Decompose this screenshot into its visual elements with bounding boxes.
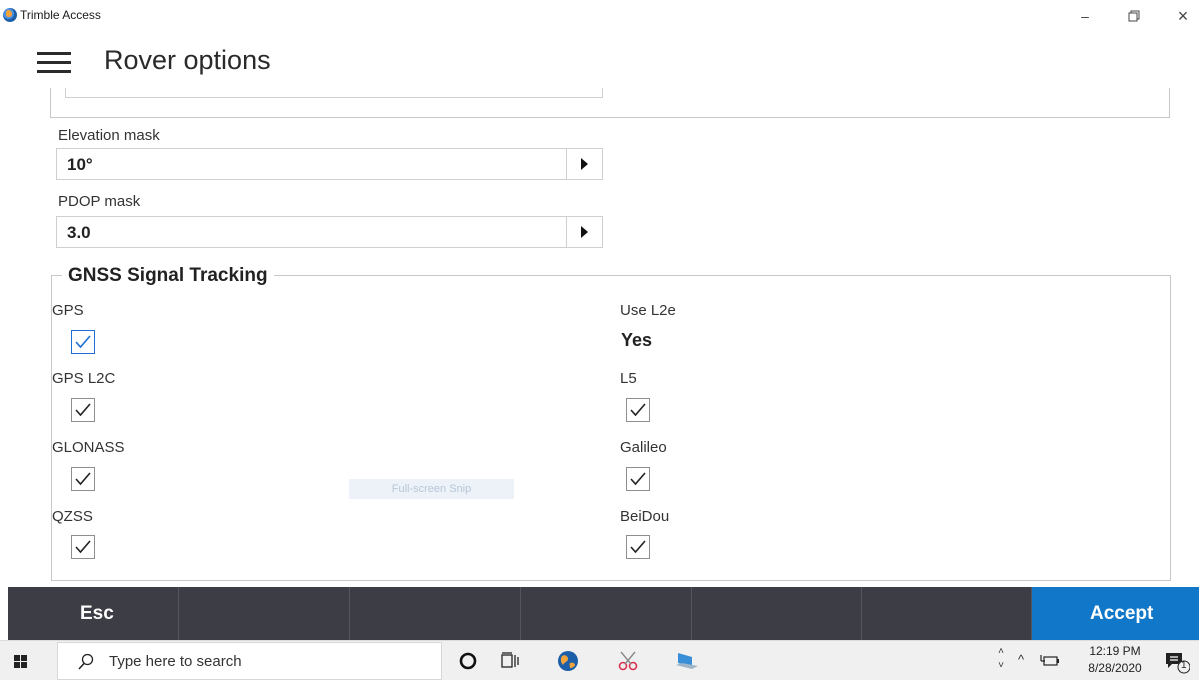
pdop-mask-label: PDOP mask xyxy=(58,193,141,210)
elevation-mask-value: 10° xyxy=(67,155,93,174)
trimble-globe-icon xyxy=(3,8,17,22)
gps-l2c-checkbox[interactable] xyxy=(71,398,95,422)
restore-button[interactable] xyxy=(1120,4,1148,28)
show-hidden-icons-chevron-icon[interactable]: ^ xyxy=(1018,652,1024,667)
checkmark-icon xyxy=(75,540,91,554)
pdop-mask-value: 3.0 xyxy=(67,223,91,242)
softkey-4[interactable] xyxy=(521,587,692,640)
windows-taskbar: Type here to search ˄ ˅ ^ 12:19 PM 8/28/2… xyxy=(0,640,1199,680)
battery-icon[interactable] xyxy=(1040,653,1062,674)
cortana-icon[interactable] xyxy=(456,649,480,673)
checkmark-icon xyxy=(630,472,646,486)
softkey-5[interactable] xyxy=(692,587,862,640)
page-header: Rover options xyxy=(8,32,1199,92)
previous-field-edge xyxy=(65,88,603,98)
windows-start-icon[interactable] xyxy=(14,655,28,669)
window-title: Trimble Access xyxy=(20,8,101,22)
checkmark-icon xyxy=(75,472,91,486)
clock-date[interactable]: 8/28/2020 xyxy=(1085,661,1145,675)
checkmark-icon xyxy=(630,540,646,554)
minimize-button[interactable]: – xyxy=(1071,4,1099,28)
task-view-icon[interactable] xyxy=(497,649,521,673)
search-placeholder: Type here to search xyxy=(109,653,242,670)
gps-label: GPS xyxy=(52,302,84,319)
pdop-mask-arrow-icon[interactable] xyxy=(566,217,602,247)
pdop-mask-field[interactable]: 3.0 xyxy=(56,216,603,248)
notification-count: 1 xyxy=(1181,660,1187,671)
accept-button-label: Accept xyxy=(1090,603,1154,624)
beidou-label: BeiDou xyxy=(620,508,670,525)
l5-checkbox[interactable] xyxy=(626,398,650,422)
use-l2e-label: Use L2e xyxy=(620,302,676,319)
gps-l2c-label: GPS L2C xyxy=(52,370,116,387)
gnss-group-title: GNSS Signal Tracking xyxy=(62,265,274,287)
accept-button[interactable]: Accept xyxy=(1032,587,1199,640)
checkmark-icon xyxy=(75,403,91,417)
esc-button-label: Esc xyxy=(80,603,114,624)
action-center-icon[interactable]: 1 xyxy=(1164,651,1191,680)
scroll-tray-arrows[interactable]: ˄ ˅ xyxy=(994,645,1008,675)
beidou-checkbox[interactable] xyxy=(626,535,650,559)
close-button[interactable]: × xyxy=(1169,4,1197,28)
hamburger-menu-icon[interactable] xyxy=(37,52,73,74)
elevation-mask-label: Elevation mask xyxy=(58,127,160,144)
softkey-bar: Esc Accept xyxy=(8,587,1199,640)
search-icon xyxy=(78,653,94,670)
taskbar-search-box[interactable]: Type here to search xyxy=(57,642,442,680)
galileo-label: Galileo xyxy=(620,439,667,456)
snipping-tool-icon[interactable] xyxy=(616,649,640,673)
checkmark-icon xyxy=(75,335,91,349)
clock-time[interactable]: 12:19 PM xyxy=(1085,644,1145,658)
gps-checkbox[interactable] xyxy=(71,330,95,354)
galileo-checkbox[interactable] xyxy=(626,467,650,491)
qzss-label: QZSS xyxy=(52,508,93,525)
qzss-checkbox[interactable] xyxy=(71,535,95,559)
esc-button[interactable]: Esc xyxy=(8,587,179,640)
gnss-signal-tracking-group xyxy=(51,275,1171,581)
page-title: Rover options xyxy=(104,45,271,75)
laptop-app-icon[interactable] xyxy=(674,649,698,673)
window-titlebar: Trimble Access – × xyxy=(0,0,1199,32)
softkey-6[interactable] xyxy=(862,587,1032,640)
softkey-3[interactable] xyxy=(350,587,521,640)
elevation-mask-arrow-icon[interactable] xyxy=(566,149,602,179)
softkey-2[interactable] xyxy=(179,587,350,640)
glonass-label: GLONASS xyxy=(52,439,125,456)
full-screen-snip-overlay: Full-screen Snip xyxy=(349,479,514,499)
checkmark-icon xyxy=(630,403,646,417)
l5-label: L5 xyxy=(620,370,637,387)
use-l2e-value[interactable]: Yes xyxy=(621,330,652,351)
elevation-mask-field[interactable]: 10° xyxy=(56,148,603,180)
glonass-checkbox[interactable] xyxy=(71,467,95,491)
trimble-access-taskbar-icon[interactable] xyxy=(556,649,580,673)
